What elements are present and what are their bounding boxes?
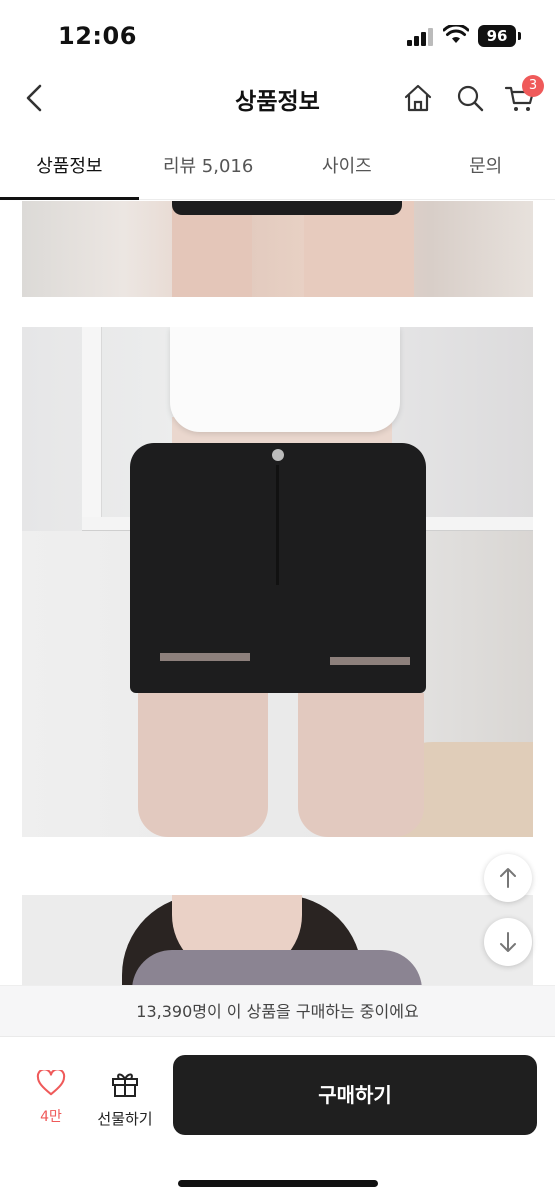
product-image-main <box>22 327 533 837</box>
home-icon[interactable] <box>402 82 434 114</box>
like-button[interactable]: 4만 <box>26 1068 76 1130</box>
like-count: 4만 <box>40 1109 62 1125</box>
gift-label: 선물하기 <box>97 1110 153 1128</box>
home-indicator <box>178 1180 378 1187</box>
heart-icon <box>36 1068 66 1096</box>
gift-button[interactable]: 선물하기 <box>92 1070 158 1130</box>
arrow-up-icon <box>500 868 516 888</box>
tab-reviews[interactable]: 리뷰 5,016 <box>139 136 278 199</box>
tab-inquiry[interactable]: 문의 <box>416 136 555 199</box>
white-crop-top <box>170 327 400 432</box>
product-image <box>22 201 533 297</box>
status-time: 12:06 <box>58 22 137 50</box>
scroll-down-button[interactable] <box>484 918 532 966</box>
tab-product-info[interactable]: 상품정보 <box>0 136 139 200</box>
scroll-up-button[interactable] <box>484 854 532 902</box>
battery-indicator: 96 <box>478 25 521 47</box>
gift-icon <box>112 1073 138 1097</box>
product-tabs: 상품정보 리뷰 5,016 사이즈 문의 <box>0 136 555 200</box>
arrow-down-icon <box>500 932 516 952</box>
cart-count-badge: 3 <box>522 75 544 97</box>
black-denim-shorts <box>130 443 426 693</box>
bottom-action-bar: 4만 선물하기 구매하기 <box>0 1038 555 1200</box>
purchase-count-notice: 13,390명이 이 상품을 구매하는 중이에요 <box>0 985 555 1037</box>
status-bar: 12:06 96 <box>0 0 555 70</box>
buy-button[interactable]: 구매하기 <box>173 1055 537 1135</box>
tab-size[interactable]: 사이즈 <box>278 136 417 199</box>
top-nav-bar: 상품정보 <box>0 70 555 126</box>
wifi-icon <box>443 25 469 43</box>
search-icon[interactable] <box>454 82 486 114</box>
cellular-signal-icon <box>407 28 435 46</box>
